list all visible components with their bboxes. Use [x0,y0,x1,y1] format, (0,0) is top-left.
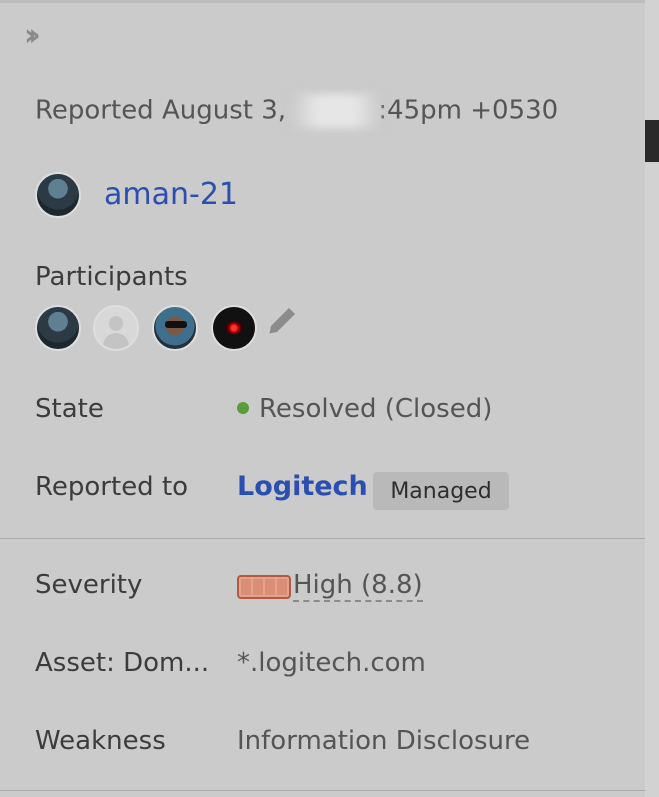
status-dot-icon [237,402,249,414]
severity-meter [237,575,291,599]
weakness-value: Information Disclosure [237,726,531,756]
severity-segment [265,579,275,595]
participant-avatar[interactable] [152,305,198,351]
redacted-area [292,94,381,128]
double-chevron-right-icon[interactable]: ›› [24,21,54,51]
report-sidebar: ›› Reported August 3, :45pm +0530 aman-2… [0,0,645,797]
participant-avatar[interactable] [93,305,139,351]
severity-segment [253,579,263,595]
reported-date-prefix: Reported August 3, [35,95,295,126]
reporter-avatar[interactable] [35,172,81,218]
reported-date: Reported August 3, :45pm +0530 [35,94,558,128]
top-divider [0,0,645,3]
participants-label: Participants [35,262,188,292]
participant-avatar[interactable] [211,305,257,351]
state-value: Resolved (Closed) [237,394,492,424]
page-edge [645,0,659,797]
managed-badge: Managed [373,472,509,510]
section-divider [0,538,645,539]
asset-label: Asset: Dom... [35,648,210,678]
reported-date-suffix: :45pm +0530 [378,95,559,126]
reporter-link[interactable]: aman-21 [104,177,238,212]
severity-segment [277,579,287,595]
severity-label: Severity [35,570,143,600]
program-link[interactable]: Logitech [237,471,368,502]
severity-segment [241,579,251,595]
state-label: State [35,394,104,424]
pencil-icon[interactable] [265,302,301,338]
weakness-label: Weakness [35,726,166,756]
participant-avatar[interactable] [35,305,81,351]
bottom-divider [0,790,645,791]
severity-value[interactable]: High (8.8) [293,570,423,602]
edge-shadow [645,120,659,162]
asset-value: *.logitech.com [237,648,426,678]
state-text: Resolved (Closed) [259,394,493,424]
reported-to-label: Reported to [35,472,189,502]
